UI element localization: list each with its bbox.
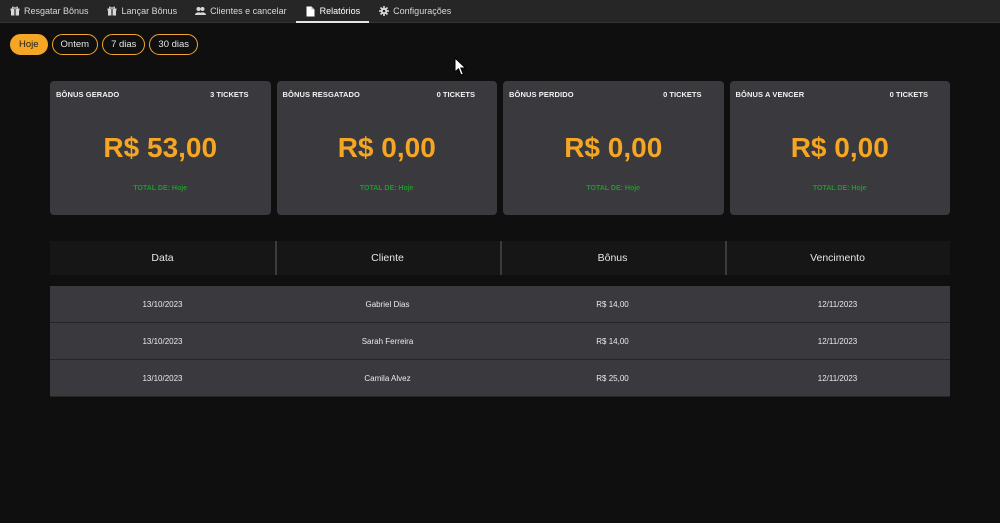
card-bonus-gerado: BÔNUS GERADO 3 TICKETS R$ 53,00 TOTAL DE…: [50, 81, 271, 215]
card-tickets: 0 TICKETS: [663, 90, 702, 99]
top-nav: Resgatar Bônus Lançar Bônus Clientes e c…: [0, 0, 1000, 23]
filter-7-dias[interactable]: 7 dias: [102, 34, 146, 55]
card-amount: R$ 0,00: [564, 132, 663, 163]
nav-tab-resgatar-bonus[interactable]: Resgatar Bônus: [0, 0, 98, 22]
column-header-data[interactable]: Data: [50, 241, 275, 275]
cell-vencimento: 12/11/2023: [817, 299, 858, 309]
table-row[interactable]: 13/10/2023 Camila Alvez R$ 25,00 12/11/2…: [50, 360, 950, 397]
filter-30-dias[interactable]: 30 dias: [149, 34, 199, 55]
cell-vencimento: 12/11/2023: [817, 336, 858, 346]
card-amount: R$ 53,00: [103, 132, 218, 163]
cell-bonus: R$ 25,00: [596, 373, 629, 383]
card-tickets: 0 TICKETS: [889, 90, 928, 99]
column-header-bonus[interactable]: Bônus: [500, 241, 725, 275]
nav-tab-lancar-bonus[interactable]: Lançar Bônus: [98, 0, 187, 22]
card-tickets: 3 TICKETS: [210, 90, 249, 99]
cell-data: 13/10/2023: [142, 299, 183, 309]
users-icon: [195, 6, 207, 17]
summary-cards: BÔNUS GERADO 3 TICKETS R$ 53,00 TOTAL DE…: [50, 81, 950, 215]
gift-icon: [107, 6, 118, 17]
filter-ontem[interactable]: Ontem: [51, 34, 99, 55]
card-label: BÔNUS A VENCER: [735, 90, 805, 99]
cell-cliente: Gabriel Dias: [365, 299, 410, 309]
nav-tab-label: Relatórios: [319, 6, 361, 16]
card-amount: R$ 0,00: [790, 132, 889, 163]
document-icon: [305, 6, 316, 17]
nav-tab-clientes[interactable]: Clientes e cancelar: [186, 0, 296, 22]
card-total: TOTAL DE: Hoje: [812, 185, 867, 192]
cell-bonus: R$ 14,00: [596, 336, 629, 346]
cell-data: 13/10/2023: [142, 336, 183, 346]
gear-icon: [378, 6, 389, 17]
cell-vencimento: 12/11/2023: [817, 373, 858, 383]
mouse-cursor-icon: [454, 56, 468, 77]
nav-tab-label: Clientes e cancelar: [210, 6, 287, 16]
nav-tab-configuracoes[interactable]: Configurações: [369, 0, 460, 22]
card-bonus-a-vencer: BÔNUS A VENCER 0 TICKETS R$ 0,00 TOTAL D…: [729, 81, 950, 215]
table-row[interactable]: 13/10/2023 Gabriel Dias R$ 14,00 12/11/2…: [50, 286, 950, 323]
cell-cliente: Camila Alvez: [364, 373, 411, 383]
card-total: TOTAL DE: Hoje: [359, 185, 414, 192]
nav-tab-label: Lançar Bônus: [121, 6, 178, 16]
card-total: TOTAL DE: Hoje: [133, 185, 188, 192]
gift-icon: [9, 6, 20, 17]
card-total: TOTAL DE: Hoje: [586, 185, 641, 192]
card-bonus-perdido: BÔNUS PERDIDO 0 TICKETS R$ 0,00 TOTAL DE…: [503, 81, 724, 215]
period-filters: Hoje Ontem 7 dias 30 dias: [10, 34, 199, 55]
table-header: Data Cliente Bônus Vencimento: [50, 241, 950, 275]
card-label: BÔNUS RESGATADO: [282, 90, 360, 99]
nav-tab-label: Configurações: [393, 6, 452, 16]
cell-data: 13/10/2023: [142, 373, 183, 383]
card-label: BÔNUS GERADO: [56, 90, 120, 99]
card-label: BÔNUS PERDIDO: [509, 90, 574, 99]
nav-tab-relatorios[interactable]: Relatórios: [295, 0, 370, 23]
column-header-cliente[interactable]: Cliente: [275, 241, 500, 275]
cell-cliente: Sarah Ferreira: [361, 336, 414, 346]
card-amount: R$ 0,00: [337, 132, 436, 163]
nav-tab-label: Resgatar Bônus: [24, 6, 89, 16]
cell-bonus: R$ 14,00: [596, 299, 629, 309]
column-header-vencimento[interactable]: Vencimento: [725, 241, 950, 275]
table-body: 13/10/2023 Gabriel Dias R$ 14,00 12/11/2…: [50, 286, 950, 397]
filter-hoje[interactable]: Hoje: [10, 34, 48, 55]
card-bonus-resgatado: BÔNUS RESGATADO 0 TICKETS R$ 0,00 TOTAL …: [276, 81, 497, 215]
table-row[interactable]: 13/10/2023 Sarah Ferreira R$ 14,00 12/11…: [50, 323, 950, 360]
card-tickets: 0 TICKETS: [436, 90, 475, 99]
